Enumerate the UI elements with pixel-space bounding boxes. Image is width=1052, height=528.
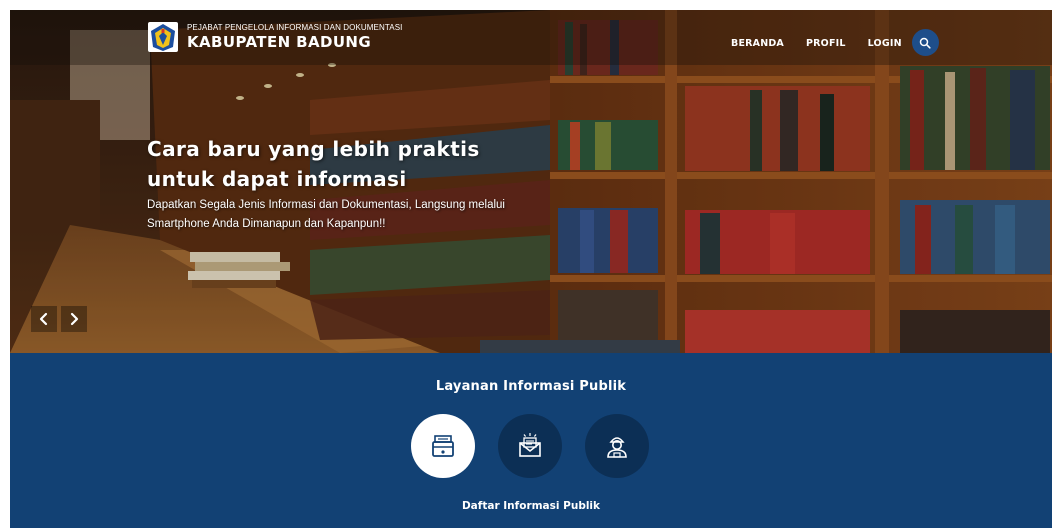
brand-title: KABUPATEN BADUNG [187, 33, 372, 51]
brand-subtitle: PEJABAT PENGELOLA INFORMASI DAN DOKUMENT… [187, 23, 403, 32]
chevron-left-icon [39, 312, 48, 326]
nav-profil[interactable]: PROFIL [806, 38, 846, 49]
search-button[interactable] [911, 29, 939, 56]
services-section: Layanan Informasi Publik Daftar Informas… [10, 353, 1052, 528]
chevron-right-icon [70, 312, 79, 326]
carousel-next-button[interactable] [61, 306, 87, 332]
service-archive-button[interactable] [411, 414, 475, 478]
service-mail-button[interactable] [498, 414, 562, 478]
hero-description: Dapatkan Segala Jenis Informasi dan Doku… [147, 199, 505, 230]
navbar: PEJABAT PENGELOLA INFORMASI DAN DOKUMENT… [10, 10, 1052, 65]
active-service-caption: Daftar Informasi Publik [461, 500, 601, 512]
services-title: Layanan Informasi Publik [435, 379, 627, 394]
service-officer-button[interactable] [585, 414, 649, 478]
brand[interactable]: PEJABAT PENGELOLA INFORMASI DAN DOKUMENT… [147, 21, 402, 53]
nav-beranda[interactable]: BERANDA [731, 38, 784, 49]
page: PEJABAT PENGELOLA INFORMASI DAN DOKUMENT… [10, 10, 1052, 528]
badung-crest-icon [148, 22, 178, 52]
carousel-prev-button[interactable] [31, 306, 57, 332]
main-nav: BERANDA PROFIL LOGIN [731, 29, 939, 56]
search-icon [919, 37, 931, 49]
hero-heading: Cara baru yang lebih praktis untuk dapat… [147, 137, 480, 191]
officer-support-icon [607, 437, 627, 458]
mail-envelope-icon [519, 433, 541, 457]
nav-login[interactable]: LOGIN [868, 38, 902, 49]
hero-carousel: PEJABAT PENGELOLA INFORMASI DAN DOKUMENT… [10, 10, 1052, 353]
archive-box-icon [432, 435, 454, 457]
